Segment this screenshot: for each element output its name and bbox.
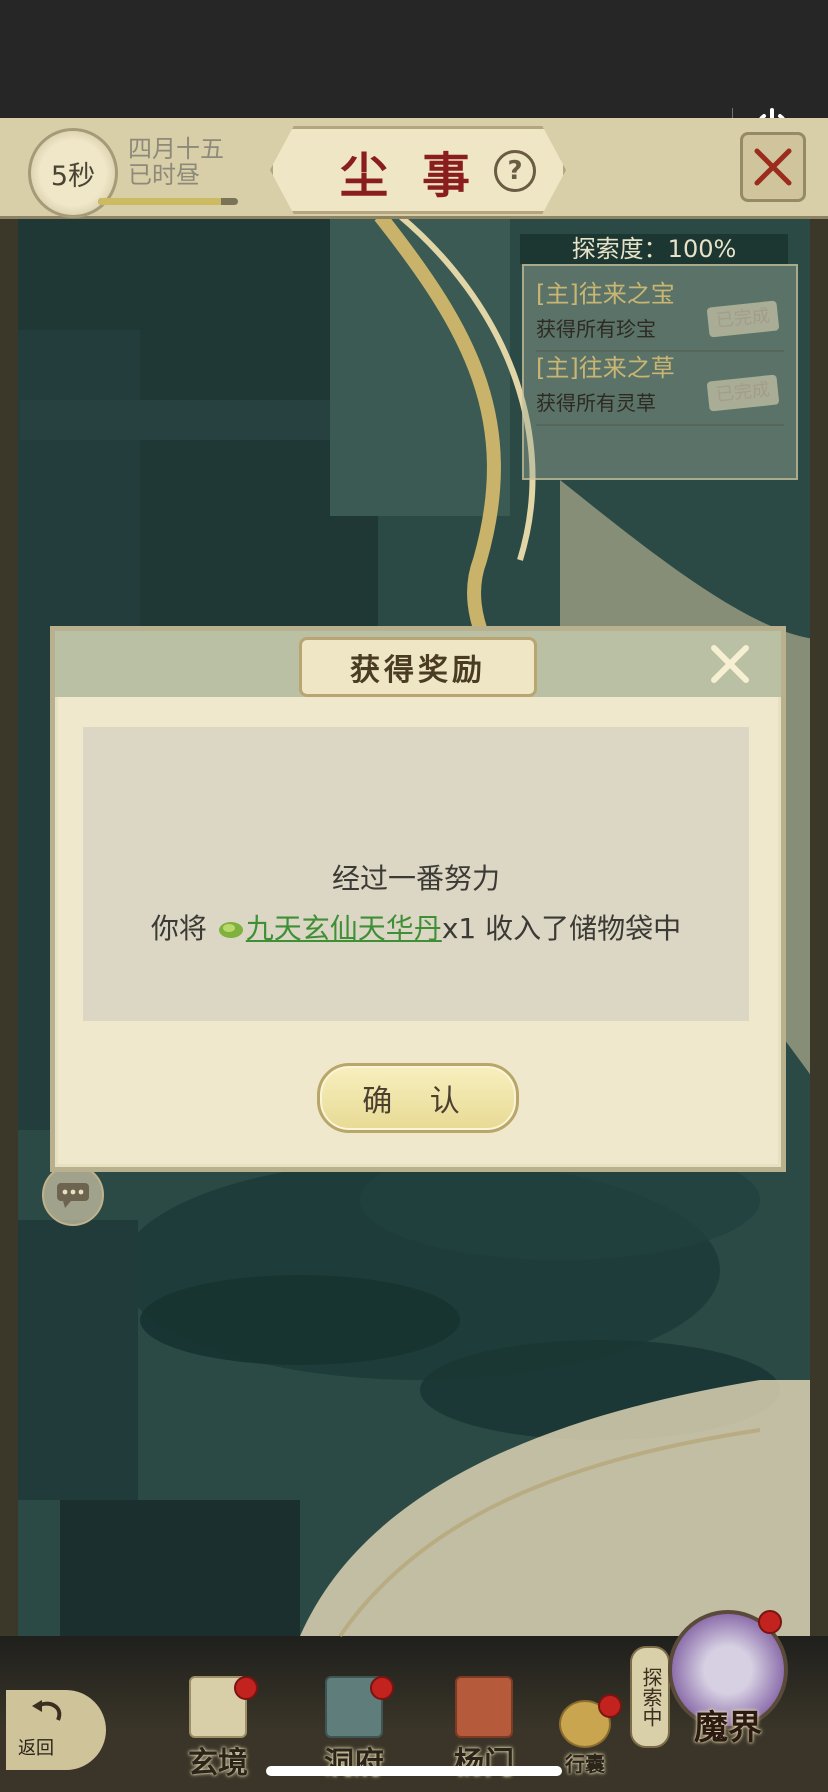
home-indicator xyxy=(266,1766,562,1776)
exploration-progress: 探索度：100% xyxy=(520,234,788,264)
divider xyxy=(536,424,784,426)
exploring-badge: 探索中 xyxy=(630,1646,670,1748)
notification-dot xyxy=(598,1694,622,1718)
chat-button[interactable] xyxy=(42,1164,104,1226)
quest-panel: [主]往来之宝 获得所有珍宝 已完成 [主]往来之草 获得所有灵草 已完成 xyxy=(522,264,798,480)
quest-item[interactable]: [主]往来之宝 获得所有珍宝 已完成 xyxy=(536,274,784,352)
confirm-button[interactable]: 确 认 xyxy=(317,1063,519,1133)
dialog-header: 获得奖励 xyxy=(55,631,781,697)
close-dialog-button[interactable] xyxy=(705,639,755,689)
message-suffix: x1 收入了储物袋中 xyxy=(441,912,682,945)
close-icon xyxy=(711,645,749,683)
crossed-swords-button[interactable] xyxy=(740,132,806,202)
dialog-title: 获得奖励 xyxy=(350,653,486,688)
nav-label: 玄境 xyxy=(188,1746,248,1781)
date-line: 四月十五 xyxy=(128,135,224,163)
notification-dot xyxy=(758,1610,782,1634)
reward-dialog: 获得奖励 经过一番努力 你将 九天玄仙天华丹x1 收入了储物袋中 确 认 xyxy=(50,626,786,1172)
time-progress-bar xyxy=(98,198,238,205)
question-icon: ? xyxy=(507,156,523,186)
nav-item-xingnang[interactable]: 行囊 xyxy=(552,1694,622,1777)
notification-dot xyxy=(234,1676,258,1700)
help-button[interactable]: ? xyxy=(494,150,536,192)
item-name-link[interactable]: 九天玄仙天华丹 xyxy=(246,912,442,945)
notification-dot xyxy=(370,1676,394,1700)
nav-item-xuanjing[interactable]: 玄境 xyxy=(178,1676,258,1782)
back-arrow-icon xyxy=(32,1700,62,1721)
game-header: 5秒 四月十五 已时昼 尘事 ? xyxy=(0,118,828,219)
pill-item-icon xyxy=(218,922,243,938)
nav-label: 魔界 xyxy=(694,1708,762,1748)
back-button[interactable]: 返回 xyxy=(6,1690,106,1770)
reward-message-line1: 经过一番努力 xyxy=(331,862,500,895)
chat-bubble-icon xyxy=(57,1183,89,1208)
message-prefix: 你将 xyxy=(150,912,207,945)
dialog-message-box: 经过一番努力 你将 九天玄仙天华丹x1 收入了储物袋中 xyxy=(83,727,749,1021)
quest-item[interactable]: [主]往来之草 获得所有灵草 已完成 xyxy=(536,348,784,426)
dialog-title-plate: 获得奖励 xyxy=(299,637,537,697)
back-label: 返回 xyxy=(18,1738,54,1759)
nav-label: 行囊 xyxy=(565,1752,605,1776)
game-date: 四月十五 已时昼 xyxy=(128,136,224,188)
page-title: 尘事 xyxy=(340,148,505,204)
nav-item-mojie[interactable]: 魔界 xyxy=(668,1610,788,1749)
time-progress-fill xyxy=(98,198,222,205)
reward-message-line2: 你将 九天玄仙天华丹x1 收入了储物袋中 xyxy=(83,907,749,947)
banner-icon xyxy=(455,1676,513,1738)
crossed-swords-icon xyxy=(754,148,792,186)
time-line: 已时昼 xyxy=(128,161,200,189)
